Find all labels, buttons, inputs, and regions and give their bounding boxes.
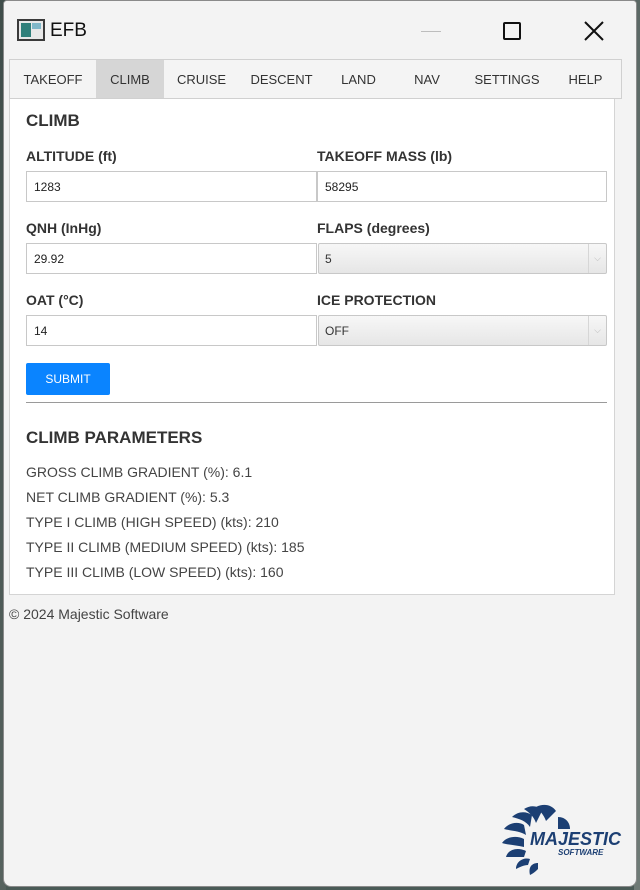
type-iii-climb-speed: TYPE III CLIMB (LOW SPEED) (kts): 160 (26, 564, 284, 580)
net-climb-gradient: NET CLIMB GRADIENT (%): 5.3 (26, 489, 230, 505)
tab-nav[interactable]: NAV (393, 60, 461, 98)
climb-parameters-title: CLIMB PARAMETERS (26, 428, 203, 447)
title-bar[interactable]: EFB (4, 1, 636, 59)
logo-text-line1: MAJESTIC (530, 829, 622, 849)
altitude-label: ALTITUDE (ft) (26, 148, 117, 164)
takeoff-mass-input[interactable] (317, 171, 607, 202)
takeoff-mass-label: TAKEOFF MASS (lb) (317, 148, 453, 164)
type-ii-climb-speed: TYPE II CLIMB (MEDIUM SPEED) (kts): 185 (26, 539, 305, 555)
oat-input[interactable] (26, 315, 317, 346)
submit-button[interactable]: SUBMIT (26, 363, 110, 395)
ice-protection-label: ICE PROTECTION (317, 292, 437, 308)
chevron-down-icon: ⌵ (588, 244, 606, 273)
type-i-climb-speed: TYPE I CLIMB (HIGH SPEED) (kts): 210 (26, 514, 279, 530)
tab-land[interactable]: LAND (324, 60, 393, 98)
oat-label: OAT (°C) (26, 292, 84, 308)
climb-panel: CLIMB ALTITUDE (ft) TAKEOFF MASS (lb) QN… (9, 99, 615, 595)
qnh-input[interactable] (26, 243, 317, 274)
qnh-label: QNH (InHg) (26, 220, 102, 236)
tab-bar: TAKEOFF CLIMB CRUISE DESCENT LAND NAV SE… (9, 59, 622, 99)
flaps-select[interactable]: 5 ⌵ (318, 243, 607, 274)
maximize-button[interactable] (489, 11, 535, 51)
window-title: EFB (50, 20, 87, 41)
section-divider (26, 402, 607, 403)
close-icon (584, 21, 604, 41)
maximize-icon (503, 22, 521, 40)
flaps-selected-value: 5 (325, 251, 332, 266)
flaps-label: FLAPS (degrees) (317, 220, 430, 236)
copyright-footer: © 2024 Majestic Software (9, 606, 169, 622)
minimize-icon (421, 30, 441, 32)
tab-climb[interactable]: CLIMB (96, 60, 164, 98)
app-icon (17, 19, 45, 41)
tab-takeoff[interactable]: TAKEOFF (10, 60, 96, 98)
tab-descent[interactable]: DESCENT (239, 60, 324, 98)
tab-settings[interactable]: SETTINGS (461, 60, 553, 98)
efb-window: EFB TAKEOFF CLIMB CRUISE DESCENT LAND NA… (3, 0, 637, 887)
gross-climb-gradient: GROSS CLIMB GRADIENT (%): 6.1 (26, 464, 253, 480)
minimize-button[interactable] (408, 11, 454, 51)
tab-help[interactable]: HELP (553, 60, 618, 98)
tab-cruise[interactable]: CRUISE (164, 60, 239, 98)
chevron-down-icon: ⌵ (588, 316, 606, 345)
ice-protection-selected-value: OFF (325, 323, 349, 338)
altitude-input[interactable] (26, 171, 317, 202)
majestic-software-logo: MAJESTIC SOFTWARE (502, 804, 622, 875)
climb-title: CLIMB (26, 111, 80, 130)
close-button[interactable] (571, 11, 617, 51)
logo-text-line2: SOFTWARE (558, 848, 604, 857)
ice-protection-select[interactable]: OFF ⌵ (318, 315, 607, 346)
